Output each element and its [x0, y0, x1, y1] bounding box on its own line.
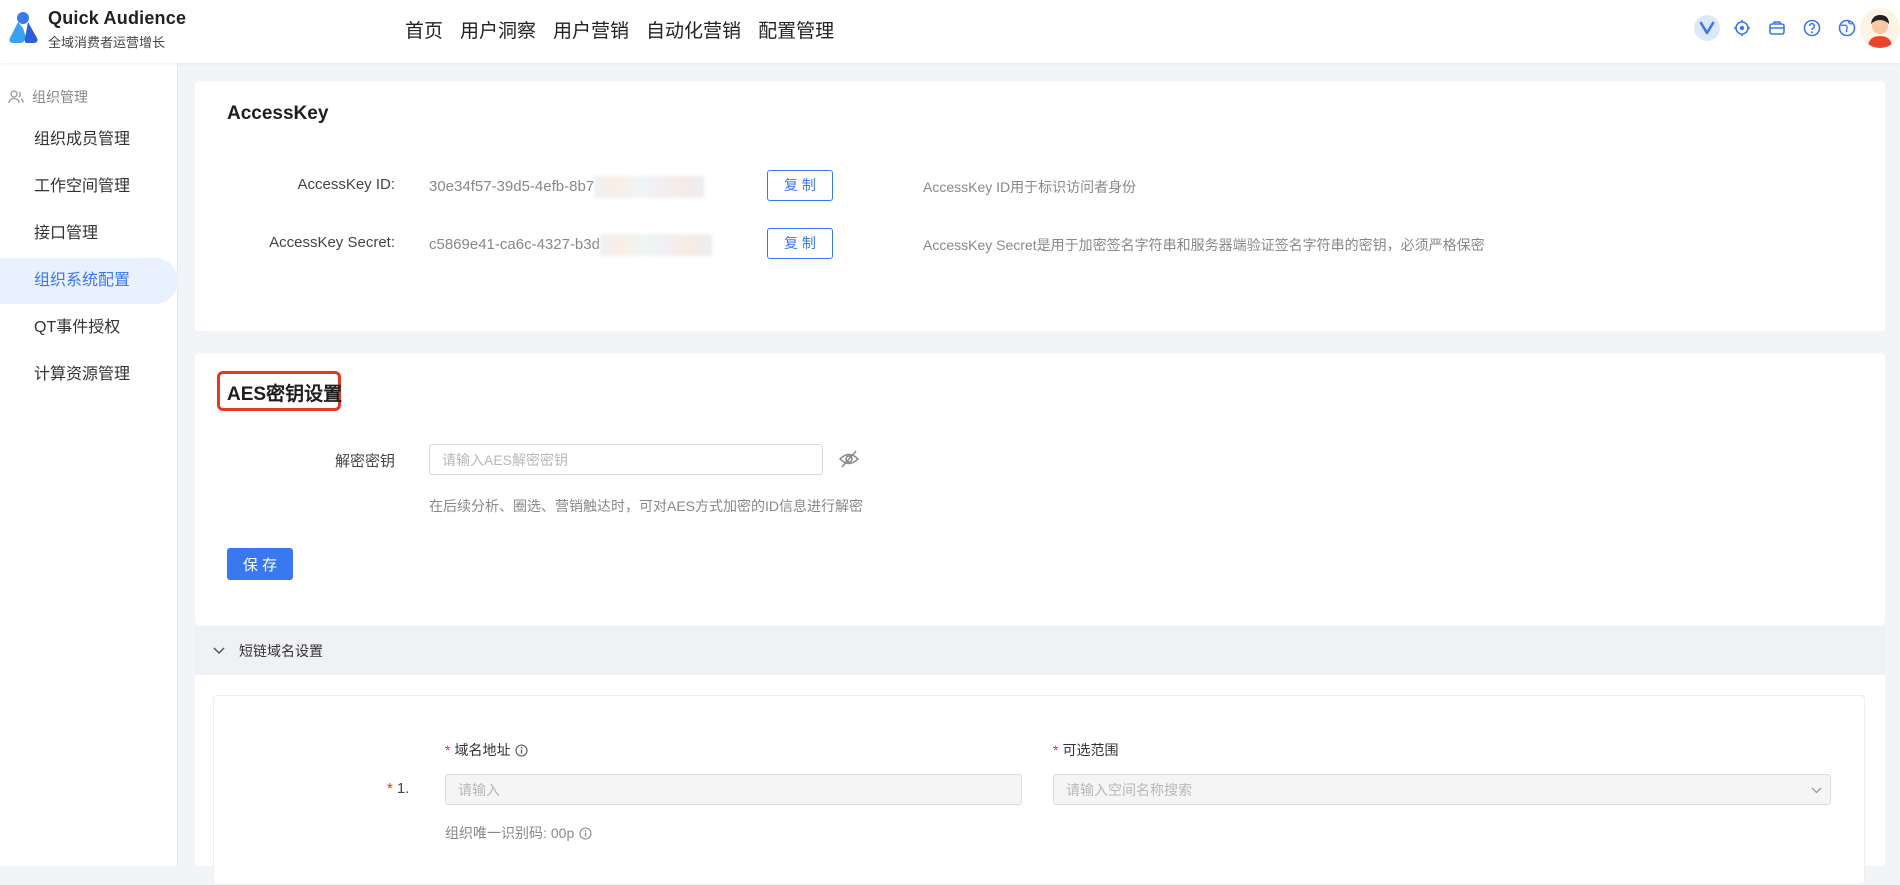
aes-title: AES密钥设置 — [227, 384, 343, 405]
scope-field-label: * 可选范围 — [1053, 740, 1118, 760]
settings-cog-icon[interactable] — [1729, 15, 1755, 41]
row-index-number: 1. — [396, 780, 410, 797]
aes-card: AES密钥设置 解密密钥 在后续分析、圈选、营销触达时，可对AES方式加密的ID… — [195, 353, 1885, 625]
globe-icon[interactable] — [1834, 15, 1860, 41]
help-icon[interactable] — [1799, 15, 1825, 41]
accesskey-id-text: 30e34f57-39d5-4efb-8b7 — [429, 177, 595, 195]
short-link-section-title: 短链域名设置 — [239, 643, 323, 659]
accesskey-secret-value: c5869e41-ca6c-4327-b3d — [429, 234, 712, 256]
short-link-panel: * 域名地址 * 可选范围 *1. 组织唯一识别码: 00p — [213, 695, 1865, 885]
sidebar-item-api[interactable]: 接口管理 — [0, 211, 178, 257]
sidebar-item-compute-resources[interactable]: 计算资源管理 — [0, 352, 178, 398]
copy-accesskey-secret-button[interactable]: 复 制 — [767, 228, 833, 259]
info-icon[interactable] — [579, 826, 592, 840]
accesskey-secret-label: AccessKey Secret: — [269, 234, 395, 251]
nav-user-marketing[interactable]: 用户营销 — [553, 16, 629, 43]
brand-subtitle: 全域消费者运营增长 — [48, 35, 166, 50]
info-icon[interactable] — [515, 743, 529, 757]
sidebar-item-org-members[interactable]: 组织成员管理 — [0, 117, 178, 163]
sidebar-group-label: 组织管理 — [32, 89, 88, 105]
brand-title: Quick Audience — [48, 8, 187, 28]
sidebar-item-workspace[interactable]: 工作空间管理 — [0, 164, 178, 210]
accesskey-secret-description: AccessKey Secret是用于加密签名字符串和服务器端验证签名字符串的密… — [923, 237, 1485, 253]
briefcase-icon[interactable] — [1764, 15, 1790, 41]
sidebar-item-qt-event-auth[interactable]: QT事件授权 — [0, 305, 178, 351]
required-mark: * — [1053, 742, 1059, 758]
v-badge-icon[interactable] — [1694, 15, 1720, 41]
save-button[interactable]: 保 存 — [227, 548, 293, 580]
masked-id-suffix — [594, 176, 705, 198]
accesskey-id-label: AccessKey ID: — [297, 176, 395, 193]
users-icon — [8, 90, 24, 104]
sidebar-item-org-system-config[interactable]: 组织系统配置 — [0, 258, 178, 304]
domain-input[interactable] — [445, 774, 1022, 805]
aes-key-input[interactable] — [429, 444, 823, 475]
org-code-value: 00p — [550, 825, 575, 841]
accesskey-secret-text: c5869e41-ca6c-4327-b3d — [429, 235, 600, 253]
accesskey-id-description: AccessKey ID用于标识访问者身份 — [923, 179, 1137, 195]
main-nav: 首页 用户洞察 用户营销 自动化营销 配置管理 — [405, 16, 851, 43]
scope-search-select[interactable] — [1053, 774, 1831, 805]
nav-user-insight[interactable]: 用户洞察 — [460, 16, 536, 43]
header-toolbar — [1694, 15, 1860, 41]
accesskey-title: AccessKey — [227, 103, 329, 124]
required-mark: * — [445, 742, 451, 758]
org-code-label: 组织唯一识别码: — [445, 825, 547, 841]
domain-field-label: * 域名地址 — [445, 740, 529, 760]
scope-label-text: 可选范围 — [1062, 742, 1119, 758]
nav-home[interactable]: 首页 — [405, 16, 443, 43]
quick-audience-logo[interactable] — [6, 10, 40, 46]
accesskey-card: AccessKey AccessKey ID: 30e34f57-39d5-4e… — [195, 81, 1885, 331]
user-avatar[interactable] — [1860, 8, 1900, 48]
aes-key-label: 解密密钥 — [334, 453, 395, 470]
sidebar-group-org-management: 组织管理 — [8, 87, 88, 107]
nav-config-management[interactable]: 配置管理 — [758, 16, 834, 43]
sidebar: 组织管理 组织成员管理 工作空间管理 接口管理 组织系统配置 QT事件授权 计算… — [0, 63, 178, 866]
short-link-section-header[interactable]: 短链域名设置 — [195, 627, 1885, 675]
short-link-card: 短链域名设置 * 域名地址 * 可选范围 *1. 组织唯一识别码: 00p — [195, 627, 1885, 885]
top-header: Quick Audience 全域消费者运营增长 首页 用户洞察 用户营销 自动… — [0, 0, 1900, 63]
nav-automated-marketing[interactable]: 自动化营销 — [646, 16, 741, 43]
masked-secret-suffix — [599, 234, 712, 256]
domain-label-text: 域名地址 — [454, 742, 511, 758]
required-mark: * — [387, 780, 393, 797]
org-unique-code: 组织唯一识别码: 00p — [445, 823, 592, 843]
copy-accesskey-id-button[interactable]: 复 制 — [767, 170, 833, 201]
accesskey-id-value: 30e34f57-39d5-4efb-8b7 — [429, 176, 705, 198]
row-index: * 1. — [387, 780, 409, 797]
aes-help-text: 在后续分析、圈选、营销触达时，可对AES方式加密的ID信息进行解密 — [429, 498, 864, 514]
chevron-down-icon — [213, 647, 225, 655]
eye-off-icon[interactable] — [838, 449, 860, 469]
